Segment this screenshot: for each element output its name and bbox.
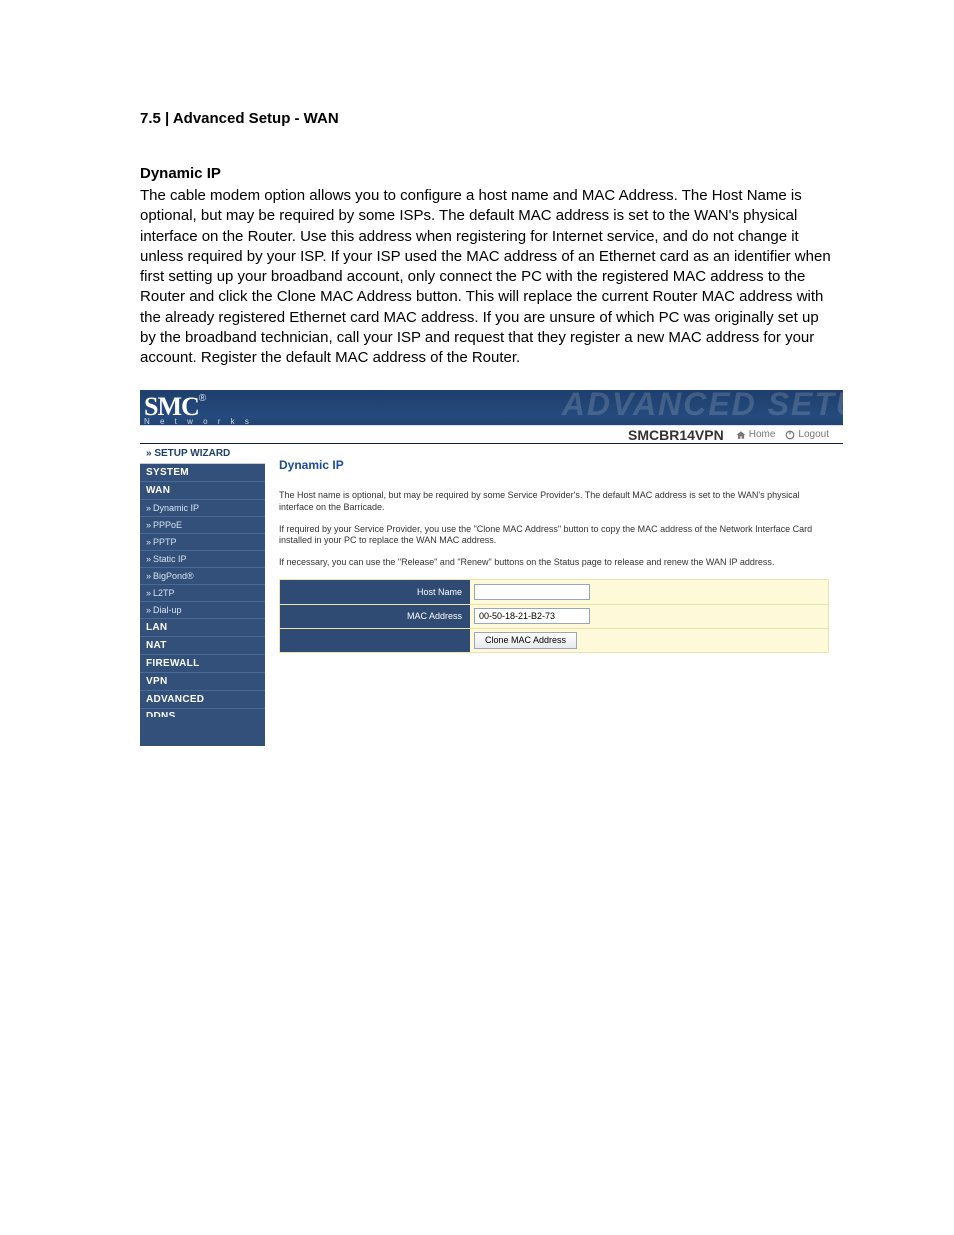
sidebar-sub-dynamic-ip[interactable]: »Dynamic IP [140, 500, 265, 517]
home-label: Home [749, 429, 776, 440]
host-name-input[interactable] [474, 584, 590, 600]
screenshot-header: SMC® N e t w o r k s ADVANCED SETU SMCBR… [140, 390, 843, 444]
sidebar-setup-wizard[interactable]: » SETUP WIZARD [140, 444, 265, 464]
sidebar-item-advanced[interactable]: ADVANCED [140, 691, 265, 709]
form-row-clone: Clone MAC Address [280, 628, 828, 652]
model-name: SMCBR14VPN [628, 427, 724, 443]
sidebar-sub-static-ip[interactable]: »Static IP [140, 551, 265, 568]
content-title: Dynamic IP [279, 458, 829, 472]
sidebar-item-firewall[interactable]: FIREWALL [140, 655, 265, 673]
sidebar-item-ddns[interactable]: DDNS [140, 709, 265, 717]
subtitle: Dynamic IP [140, 165, 834, 182]
sidebar-sub-bigpond[interactable]: »BigPond® [140, 568, 265, 585]
content-area: Dynamic IP The Host name is optional, bu… [265, 444, 843, 746]
content-paragraph-1: The Host name is optional, but may be re… [279, 490, 829, 513]
sidebar-item-nat[interactable]: NAT [140, 637, 265, 655]
sidebar-item-lan[interactable]: LAN [140, 619, 265, 637]
home-link[interactable]: Home [736, 429, 776, 440]
sidebar-sub-l2tp[interactable]: »L2TP [140, 585, 265, 602]
body-paragraph: The cable modem option allows you to con… [140, 186, 834, 368]
sidebar-sub-pppoe[interactable]: »PPPoE [140, 517, 265, 534]
section-title: 7.5 | Advanced Setup - WAN [140, 110, 834, 127]
logo-block: SMC® N e t w o r k s [144, 394, 253, 426]
logout-link[interactable]: Logout [785, 429, 829, 440]
form-row-hostname: Host Name [280, 580, 828, 604]
form-table: Host Name MAC Address Clone MAC Address [279, 579, 829, 653]
sidebar-sub-dialup[interactable]: »Dial-up [140, 602, 265, 619]
model-strip: SMCBR14VPN Home Logout [140, 425, 843, 443]
sidebar-sub-pptp[interactable]: »PPTP [140, 534, 265, 551]
router-screenshot: SMC® N e t w o r k s ADVANCED SETU SMCBR… [140, 390, 843, 746]
ghost-advanced-text: ADVANCED SETU [562, 390, 843, 423]
mac-address-input[interactable] [474, 608, 590, 624]
sidebar-item-system[interactable]: SYSTEM [140, 464, 265, 482]
sidebar-item-wan[interactable]: WAN [140, 482, 265, 500]
mac-address-label: MAC Address [280, 605, 470, 628]
form-row-mac: MAC Address [280, 604, 828, 628]
sidebar: » SETUP WIZARD SYSTEM WAN »Dynamic IP »P… [140, 444, 265, 746]
clone-mac-button[interactable]: Clone MAC Address [474, 632, 577, 649]
logout-icon [785, 430, 795, 440]
content-paragraph-2: If required by your Service Provider, yo… [279, 524, 829, 547]
home-icon [736, 430, 746, 440]
host-name-label: Host Name [280, 580, 470, 604]
sidebar-item-vpn[interactable]: VPN [140, 673, 265, 691]
content-paragraph-3: If necessary, you can use the "Release" … [279, 557, 829, 569]
logo-registered: ® [199, 393, 206, 404]
logout-label: Logout [798, 429, 829, 440]
